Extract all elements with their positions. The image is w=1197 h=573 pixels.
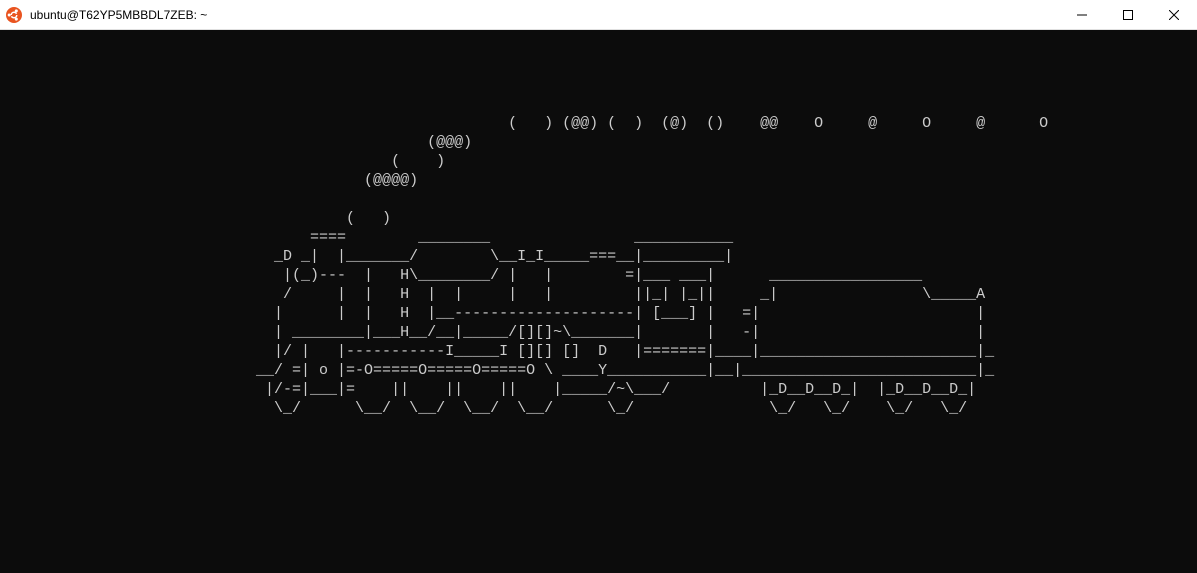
ubuntu-logo-icon bbox=[6, 7, 22, 23]
ascii-line: _D _| |_______/ \__I_I_____===__|_______… bbox=[4, 247, 1193, 266]
window-title: ubuntu@T62YP5MBBDL7ZEB: ~ bbox=[30, 8, 1059, 22]
window-titlebar[interactable]: ubuntu@T62YP5MBBDL7ZEB: ~ bbox=[0, 0, 1197, 30]
ascii-line: | | | H |__--------------------| [___] |… bbox=[4, 304, 1193, 323]
ascii-line: ( ) (@@) ( ) (@) () @@ O @ O @ O bbox=[4, 114, 1193, 133]
ascii-line bbox=[4, 38, 1193, 57]
ascii-line: (@@@) bbox=[4, 133, 1193, 152]
ascii-line: \_/ \__/ \__/ \__/ \__/ \_/ \_/ \_/ \_/ … bbox=[4, 399, 1193, 418]
ascii-line: __/ =| o |=-O=====O=====O=====O \ ____Y_… bbox=[4, 361, 1193, 380]
ascii-line bbox=[4, 190, 1193, 209]
minimize-button[interactable] bbox=[1059, 0, 1105, 29]
ascii-line: | ________|___H__/__|_____/[][]~\_______… bbox=[4, 323, 1193, 342]
ascii-line: ==== ________ ___________ bbox=[4, 228, 1193, 247]
maximize-button[interactable] bbox=[1105, 0, 1151, 29]
ascii-line bbox=[4, 95, 1193, 114]
ascii-line bbox=[4, 76, 1193, 95]
ascii-line: |(_)--- | H\________/ | | =|___ ___| ___… bbox=[4, 266, 1193, 285]
ascii-line: (@@@@) bbox=[4, 171, 1193, 190]
close-button[interactable] bbox=[1151, 0, 1197, 29]
ascii-line: / | | H | | | | ||_| |_|| _| \_____A bbox=[4, 285, 1193, 304]
ascii-line: ( ) bbox=[4, 152, 1193, 171]
ascii-line: |/-=|___|= || || || |_____/~\___/ |_D__D… bbox=[4, 380, 1193, 399]
ascii-line bbox=[4, 57, 1193, 76]
terminal-output[interactable]: ( ) (@@) ( ) (@) () @@ O @ O @ O (@@@) (… bbox=[0, 30, 1197, 573]
ascii-line: |/ | |-----------I_____I [][] [] D |====… bbox=[4, 342, 1193, 361]
ascii-line: ( ) bbox=[4, 209, 1193, 228]
window-controls bbox=[1059, 0, 1197, 29]
